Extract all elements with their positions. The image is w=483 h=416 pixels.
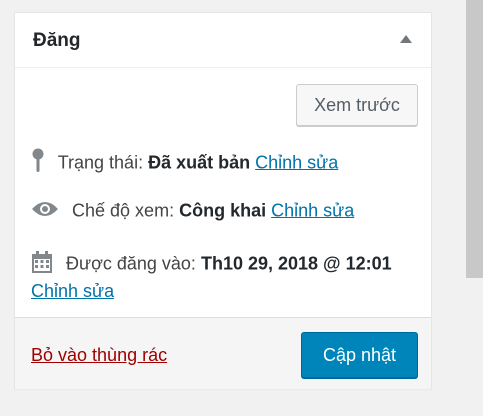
publish-date-row: Được đăng vào: Th10 29, 2018 @ 12:01 xyxy=(31,250,392,279)
publish-box-header[interactable]: Đăng xyxy=(15,13,431,68)
preview-button[interactable]: Xem trước xyxy=(296,84,418,126)
publish-date-value: Th10 29, 2018 @ 12:01 xyxy=(200,253,392,274)
move-to-trash-link[interactable]: Bỏ vào thùng rác xyxy=(31,345,167,366)
eye-icon xyxy=(31,200,59,223)
visibility-value: Công khai xyxy=(179,200,267,221)
status-label: Trạng thái: xyxy=(57,152,144,173)
triangle-up-icon[interactable] xyxy=(400,35,412,43)
calendar-icon xyxy=(31,250,53,279)
edit-date-link[interactable]: Chỉnh sửa xyxy=(31,281,114,302)
edit-visibility-link[interactable]: Chỉnh sửa xyxy=(271,200,354,220)
publish-box: Đăng Xem trước Trạng thái: Đã xuất bản C… xyxy=(14,12,432,389)
post-status-row: Trạng thái: Đã xuất bản Chỉnh sửa xyxy=(31,148,338,179)
publish-box-title: Đăng xyxy=(33,30,81,51)
status-value: Đã xuất bản xyxy=(148,152,251,173)
publish-date-label: Được đăng vào: xyxy=(66,253,196,274)
major-publishing-actions: Bỏ vào thùng rác Cập nhật xyxy=(15,317,431,389)
pin-icon xyxy=(31,148,45,179)
visibility-row: Chế độ xem: Công khai Chỉnh sửa xyxy=(31,200,354,223)
scrollbar-thumb[interactable] xyxy=(466,0,483,278)
visibility-label: Chế độ xem: xyxy=(72,200,175,221)
update-button[interactable]: Cập nhật xyxy=(301,332,418,378)
edit-status-link[interactable]: Chỉnh sửa xyxy=(255,152,338,172)
